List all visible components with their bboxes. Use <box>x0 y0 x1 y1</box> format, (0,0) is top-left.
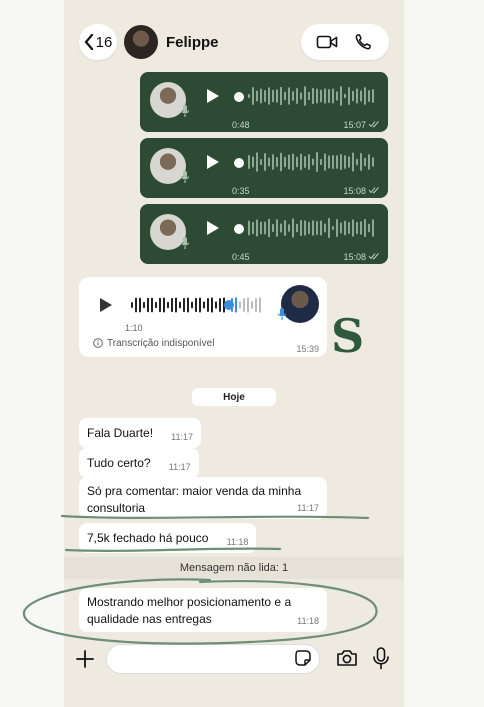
right-margin <box>404 0 484 707</box>
mic-icon[interactable] <box>370 646 392 670</box>
voice-duration: 0:48 <box>232 120 250 130</box>
message-composer <box>64 638 404 680</box>
received-voice-message: 1:10 Transcrição indisponível 15:39 <box>79 277 327 357</box>
play-icon[interactable] <box>206 220 220 236</box>
waveform[interactable] <box>246 84 374 108</box>
message-time: 15:39 <box>296 344 319 354</box>
message-time: 11:17 <box>168 461 191 472</box>
contact-name[interactable]: Felippe <box>166 34 219 51</box>
plus-icon[interactable] <box>74 648 96 670</box>
info-icon <box>93 338 103 348</box>
voice-message-bubble[interactable]: 0:35 15:08 <box>140 138 388 198</box>
message-text: Mostrando melhor posicionamento e a qual… <box>87 595 292 627</box>
voice-message-bubble[interactable]: 0:45 15:08 <box>140 204 388 264</box>
message-bubble[interactable]: Fala Duarte! 11:17 <box>79 418 202 448</box>
sticker-icon[interactable] <box>294 649 312 667</box>
chevron-left-icon <box>84 34 93 50</box>
message-time: 11:17 <box>171 431 194 442</box>
message-time: 11:18 <box>226 536 249 547</box>
voice-duration: 1:10 <box>125 323 143 333</box>
double-check-icon <box>368 121 379 128</box>
play-icon[interactable] <box>206 154 220 170</box>
voice-duration: 0:35 <box>232 186 250 196</box>
message-bubble[interactable]: 7,5k fechado há pouco 11:18 <box>79 523 257 553</box>
message-time: 11:17 <box>297 502 319 513</box>
message-text: Fala Duarte! <box>87 426 154 440</box>
voice-message-bubble[interactable]: 0:48 15:07 <box>140 72 388 132</box>
playback-position[interactable] <box>234 158 244 168</box>
playback-position[interactable] <box>234 92 244 102</box>
call-buttons <box>301 24 389 60</box>
chat-header: 16 Felippe <box>64 18 404 66</box>
mic-icon <box>180 171 190 183</box>
message-text: Só pra comentar: maior venda da minha co… <box>87 484 302 516</box>
contact-avatar[interactable] <box>124 25 158 59</box>
message-text: Tudo certo? <box>87 456 151 470</box>
back-button[interactable]: 16 <box>79 24 117 60</box>
mic-icon <box>180 237 190 249</box>
transcription-status: Transcrição indisponível <box>107 338 215 349</box>
playback-position[interactable] <box>234 224 244 234</box>
message-bubble[interactable]: Só pra comentar: maior venda da minha co… <box>79 477 327 519</box>
mic-icon <box>277 308 287 320</box>
phone-icon[interactable] <box>352 33 374 51</box>
message-time: 15:07 <box>343 120 366 130</box>
camera-icon[interactable] <box>336 648 358 668</box>
message-text: 7,5k fechado há pouco <box>87 531 209 545</box>
message-time: 15:08 <box>343 252 366 262</box>
play-icon[interactable] <box>206 88 220 104</box>
watermark-letter: S <box>331 309 365 363</box>
unread-separator: Mensagem não lida: 1 <box>64 557 404 579</box>
message-input[interactable] <box>106 644 320 674</box>
play-icon[interactable] <box>99 297 113 313</box>
video-call-icon[interactable] <box>316 33 338 51</box>
message-time: 15:08 <box>343 186 366 196</box>
unread-chats-count: 16 <box>95 33 113 51</box>
voice-duration: 0:45 <box>232 252 250 262</box>
double-check-icon <box>368 253 379 260</box>
message-bubble[interactable]: Mostrando melhor posicionamento e a qual… <box>79 588 327 632</box>
double-check-icon <box>368 187 379 194</box>
message-time: 11:18 <box>297 615 319 626</box>
waveform[interactable] <box>246 150 374 174</box>
left-margin <box>0 0 64 707</box>
message-bubble[interactable]: Tudo certo? 11:17 <box>79 448 199 478</box>
waveform[interactable] <box>129 293 263 317</box>
date-separator: Hoje <box>192 388 276 406</box>
waveform[interactable] <box>246 216 374 240</box>
mic-icon <box>180 105 190 117</box>
